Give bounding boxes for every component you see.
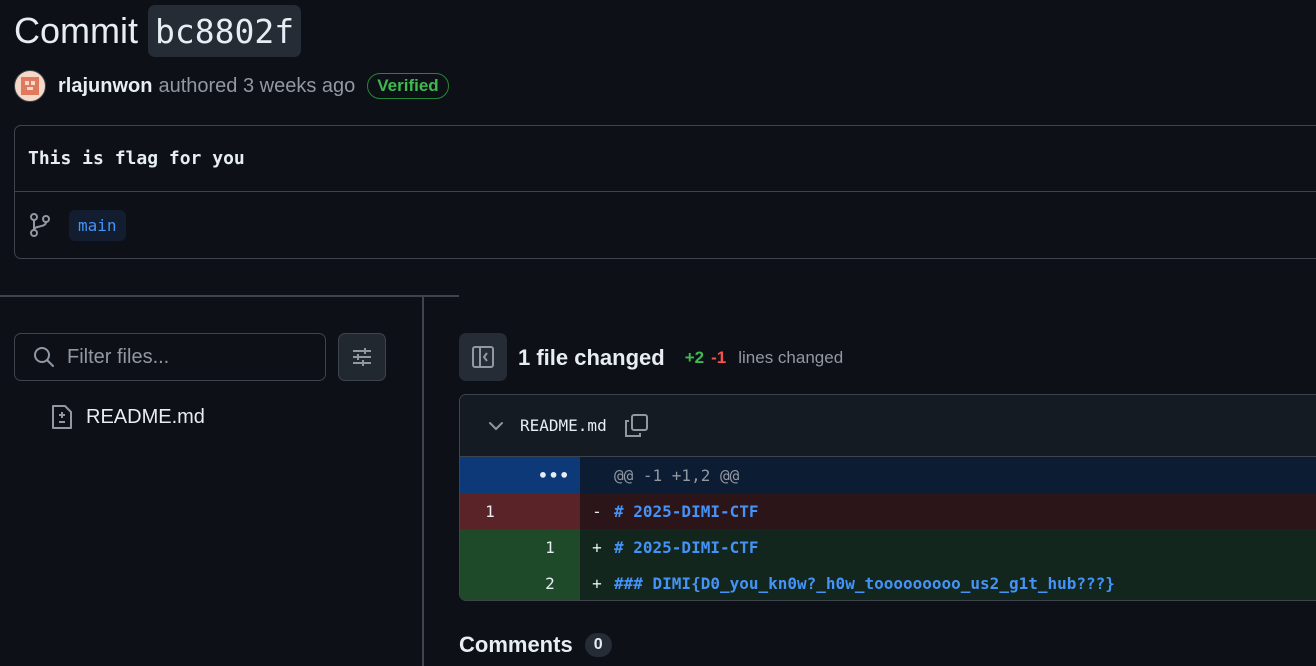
comments-count-badge: 0 [584, 633, 612, 657]
diff-filename[interactable]: README.md [520, 416, 607, 435]
file-filter-options-button[interactable] [338, 333, 386, 381]
toggle-file-tree-button[interactable] [459, 333, 507, 381]
copy-icon[interactable] [623, 413, 649, 439]
file-tree-item[interactable]: README.md [50, 402, 205, 432]
comments-heading: Comments 0 [459, 630, 612, 660]
author-name[interactable]: rlajunwon [58, 75, 152, 98]
section-divider [0, 295, 459, 297]
commit-title: Commit bc8802f [14, 4, 302, 58]
new-line-number[interactable]: 1 [520, 538, 580, 557]
avatar-identicon-icon [21, 77, 39, 95]
branch-label[interactable]: main [69, 210, 126, 241]
sidebar-collapse-icon [472, 346, 494, 368]
expand-icon: ••• [538, 465, 570, 485]
commit-sha[interactable]: bc8802f [148, 5, 302, 57]
diff-line-added: 1 + # 2025-DIMI-CTF [460, 529, 1316, 565]
file-diff: README.md ••• @@ -1 +1,2 @@ 1 - # 2025-D… [459, 394, 1316, 601]
expand-hunk-button[interactable]: ••• [460, 457, 580, 493]
file-diff-icon [52, 405, 72, 429]
diff-line-text: ### DIMI{D0_you_kn0w?_h0w_tooooooooo_us2… [614, 573, 1115, 593]
diff-file-header: README.md [460, 395, 1316, 457]
commit-message: This is flag for you [28, 148, 245, 169]
sliders-icon [353, 348, 371, 366]
panel-divider[interactable] [422, 296, 424, 666]
hunk-header-row: ••• @@ -1 +1,2 @@ [460, 457, 1316, 493]
chevron-down-icon[interactable] [486, 416, 506, 436]
diff-summary: 1 file changed +2 -1 lines changed [518, 343, 843, 373]
lines-changed-label: lines changed [738, 348, 844, 367]
diff-sign: + [592, 537, 602, 557]
diff-line-deleted: 1 - # 2025-DIMI-CTF [460, 493, 1316, 529]
file-tree-item-label: README.md [86, 405, 205, 428]
additions-count: +2 [684, 348, 705, 367]
diff-line-text: # 2025-DIMI-CTF [614, 501, 759, 521]
hunk-header: @@ -1 +1,2 @@ [614, 465, 740, 485]
search-icon [34, 347, 54, 367]
commit-message-box: This is flag for you main [14, 125, 1316, 259]
authored-time: authored 3 weeks ago [158, 74, 356, 97]
diff-line-text: # 2025-DIMI-CTF [614, 537, 759, 557]
comments-label: Comments [459, 632, 573, 657]
commit-title-word: Commit [14, 10, 138, 51]
filter-files-input[interactable] [67, 345, 307, 369]
new-line-number[interactable]: 2 [520, 574, 580, 593]
old-line-number[interactable]: 1 [460, 502, 520, 521]
diff-sign: - [592, 501, 602, 521]
avatar[interactable] [14, 70, 46, 102]
diff-sign: + [592, 573, 602, 593]
filter-files-field[interactable] [14, 333, 326, 381]
deletions-count: -1 [711, 348, 727, 367]
verified-badge[interactable]: Verified [367, 73, 449, 99]
diff-line-added: 2 + ### DIMI{D0_you_kn0w?_h0w_tooooooooo… [460, 565, 1316, 600]
author-line: rlajunwon authored 3 weeks ago Verified [14, 70, 449, 102]
git-branch-icon [30, 213, 50, 237]
divider [15, 191, 1316, 192]
files-changed-count: 1 file changed [518, 345, 665, 370]
